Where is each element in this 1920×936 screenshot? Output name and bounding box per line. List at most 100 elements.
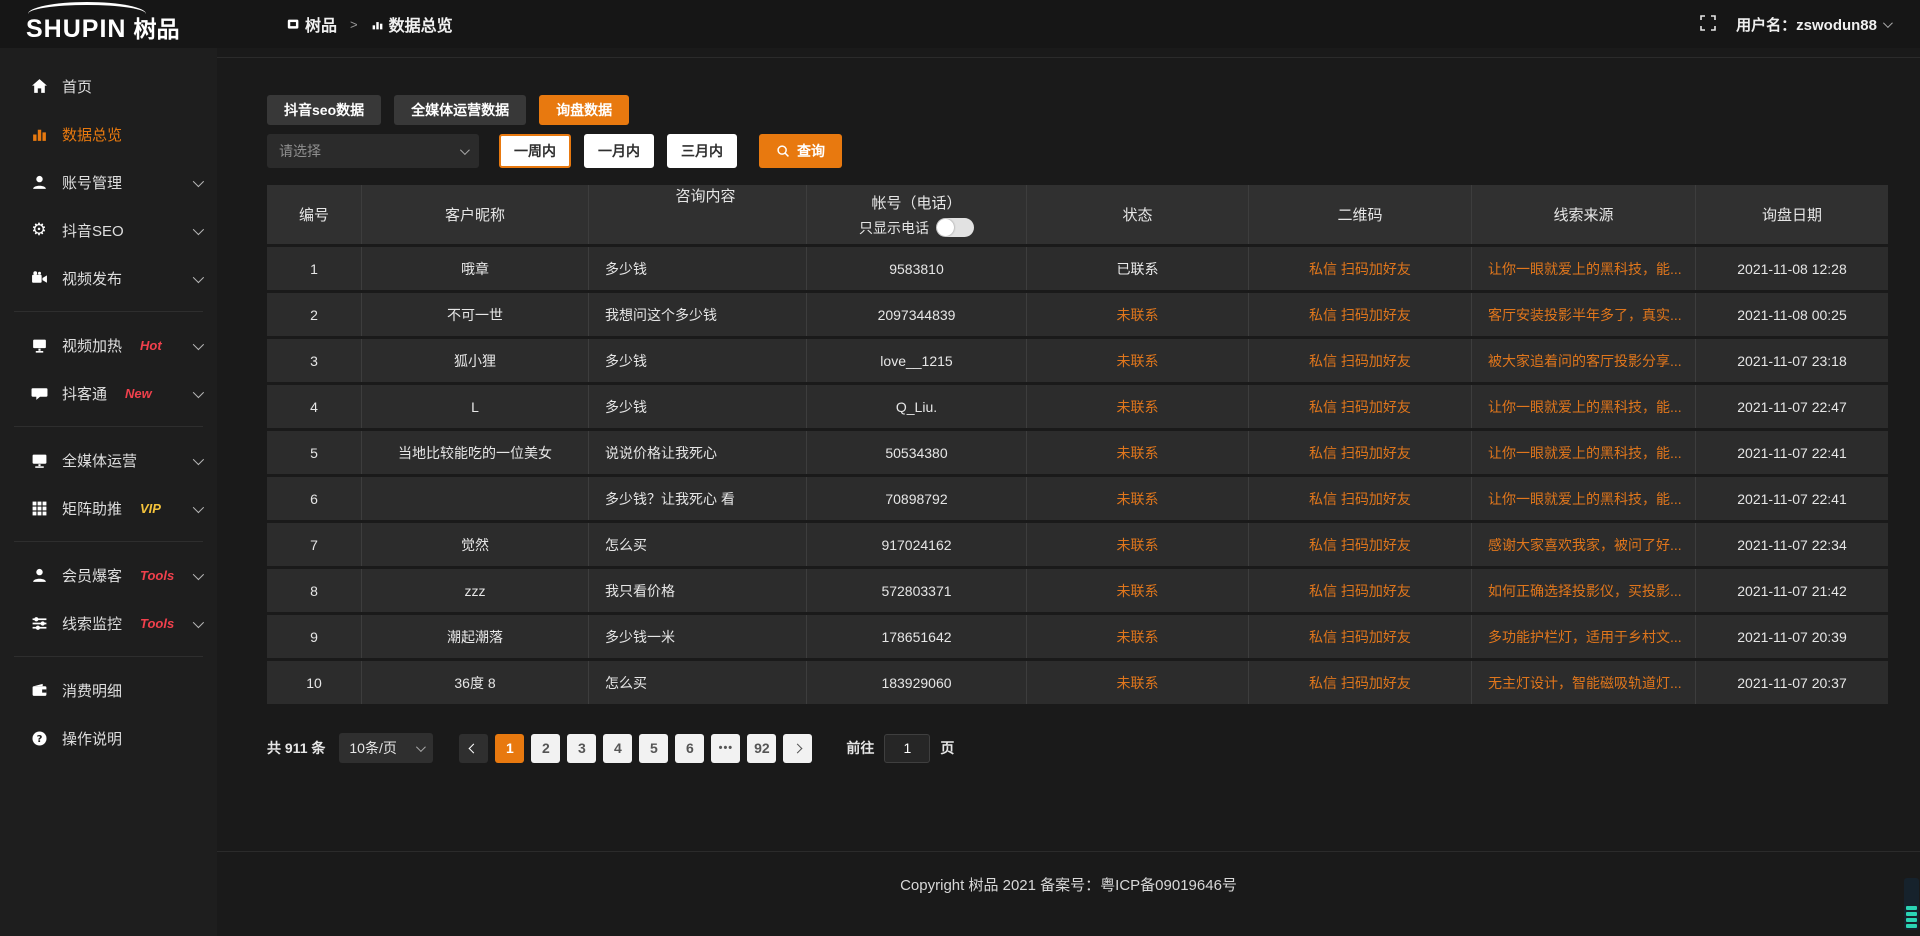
page-button-6[interactable]: 6 xyxy=(675,734,704,763)
account-select[interactable]: 请选择 xyxy=(267,134,479,168)
chevron-down-icon xyxy=(193,174,201,191)
sidebar-item-label: 抖音SEO xyxy=(62,220,124,241)
sidebar-item-6[interactable]: 视频加热Hot xyxy=(0,321,217,369)
fullscreen-icon[interactable] xyxy=(1700,15,1716,34)
chat-icon xyxy=(30,384,48,402)
cell-source[interactable]: 多功能护栏灯，适用于乡村文... xyxy=(1472,615,1696,658)
cell-source[interactable]: 让你一眼就爱上的黑科技，能... xyxy=(1472,385,1696,428)
page-button-5[interactable]: 5 xyxy=(639,734,668,763)
user-menu[interactable]: 用户名：zswodun88 xyxy=(1736,14,1890,35)
cell-source[interactable]: 被大家追着问的客厅投影分享... xyxy=(1472,339,1696,382)
cell-qrcode[interactable]: 私信 扫码加好友 xyxy=(1249,615,1472,658)
cell-qrcode[interactable]: 私信 扫码加好友 xyxy=(1249,477,1472,520)
cell-date: 2021-11-07 22:41 xyxy=(1696,431,1888,474)
cell-source[interactable]: 让你一眼就爱上的黑科技，能... xyxy=(1472,247,1696,290)
sidebar-item-label: 数据总览 xyxy=(62,124,122,145)
chevron-down-icon xyxy=(193,615,201,632)
breadcrumb-separator: > xyxy=(346,17,362,32)
grid-icon xyxy=(30,499,48,517)
sidebar-item-13[interactable]: ?操作说明 xyxy=(0,714,217,762)
sidebar-item-7[interactable]: 抖客通New xyxy=(0,369,217,417)
cell-date: 2021-11-07 22:41 xyxy=(1696,477,1888,520)
pagination: 共 911 条 10条/页 123456•••92 前往 页 xyxy=(267,733,1888,763)
page-ellipsis-button[interactable]: ••• xyxy=(711,734,740,763)
goto-page-input[interactable] xyxy=(884,734,930,763)
range-button-1[interactable]: 一周内 xyxy=(499,134,571,168)
breadcrumb-root[interactable]: 树品 xyxy=(287,12,337,36)
cell-nickname: L xyxy=(362,385,589,428)
cell-qrcode[interactable]: 私信 扫码加好友 xyxy=(1249,661,1472,704)
cell-status: 未联系 xyxy=(1027,339,1249,382)
page-button-1[interactable]: 1 xyxy=(495,734,524,763)
gear-icon: ⚙ xyxy=(30,221,48,239)
cell-status: 未联系 xyxy=(1027,293,1249,336)
sidebar-item-8[interactable]: 全媒体运营 xyxy=(0,436,217,484)
cell-qrcode[interactable]: 私信 扫码加好友 xyxy=(1249,293,1472,336)
app-square-icon xyxy=(287,18,300,31)
user-icon xyxy=(30,173,48,191)
sidebar-item-1[interactable]: 首页 xyxy=(0,62,217,110)
cell-source[interactable]: 无主灯设计，智能磁吸轨道灯... xyxy=(1472,661,1696,704)
cell-content: 多少钱 xyxy=(589,339,807,382)
sidebar-item-label: 账号管理 xyxy=(62,172,122,193)
select-placeholder: 请选择 xyxy=(279,141,321,161)
cell-qrcode[interactable]: 私信 扫码加好友 xyxy=(1249,569,1472,612)
cell-status: 已联系 xyxy=(1027,247,1249,290)
cell-source[interactable]: 让你一眼就爱上的黑科技，能... xyxy=(1472,477,1696,520)
tab-2[interactable]: 全媒体运营数据 xyxy=(394,95,526,125)
cell-account: 572803371 xyxy=(807,569,1027,612)
footer: Copyright 树品 2021 备案号：粤ICP备09019646号 xyxy=(217,851,1920,936)
sliders-icon xyxy=(30,614,48,632)
wallet-icon xyxy=(30,681,48,699)
page-size-select[interactable]: 10条/页 xyxy=(339,733,433,763)
column-header-account: 帐号（电话） 只显示电话 xyxy=(807,185,1027,244)
cell-qrcode[interactable]: 私信 扫码加好友 xyxy=(1249,523,1472,566)
cell-source[interactable]: 让你一眼就爱上的黑科技，能... xyxy=(1472,431,1696,474)
cell-source[interactable]: 客厅安装投影半年多了，真实... xyxy=(1472,293,1696,336)
sidebar-item-12[interactable]: 消费明细 xyxy=(0,666,217,714)
screen-icon xyxy=(30,451,48,469)
page-button-92[interactable]: 92 xyxy=(747,734,776,763)
prev-page-button[interactable] xyxy=(459,734,488,763)
next-page-button[interactable] xyxy=(783,734,812,763)
cell-qrcode[interactable]: 私信 扫码加好友 xyxy=(1249,247,1472,290)
sidebar-item-5[interactable]: 视频发布 xyxy=(0,254,217,302)
sidebar-item-4[interactable]: ⚙ 抖音SEO xyxy=(0,206,217,254)
goto-label: 前往 xyxy=(846,738,874,758)
cell-date: 2021-11-07 20:37 xyxy=(1696,661,1888,704)
cell-source[interactable]: 如何正确选择投影仪，买投影... xyxy=(1472,569,1696,612)
member-icon xyxy=(30,566,48,584)
cell-source[interactable]: 感谢大家喜欢我家，被问了好... xyxy=(1472,523,1696,566)
page-button-3[interactable]: 3 xyxy=(567,734,596,763)
chevron-down-icon xyxy=(416,742,426,752)
floating-side-widget[interactable] xyxy=(1904,878,1919,930)
cell-qrcode[interactable]: 私信 扫码加好友 xyxy=(1249,431,1472,474)
sidebar-item-label: 会员爆客 xyxy=(62,565,122,586)
column-header-nickname: 客户昵称 xyxy=(362,185,589,244)
sidebar-item-9[interactable]: 矩阵助推VIP xyxy=(0,484,217,532)
cell-qrcode[interactable]: 私信 扫码加好友 xyxy=(1249,385,1472,428)
sidebar-item-11[interactable]: 线索监控Tools xyxy=(0,599,217,647)
cell-nickname xyxy=(362,477,589,520)
sidebar-item-3[interactable]: 账号管理 xyxy=(0,158,217,206)
tab-1[interactable]: 抖音seo数据 xyxy=(267,95,381,125)
range-button-2[interactable]: 一月内 xyxy=(584,134,654,168)
table-body: 1哦章多少钱9583810已联系私信 扫码加好友让你一眼就爱上的黑科技，能...… xyxy=(267,247,1888,707)
logo-text-en: SHUPIN xyxy=(26,15,126,44)
sidebar-item-label: 抖客通 xyxy=(62,383,107,404)
tab-3[interactable]: 询盘数据 xyxy=(539,95,629,125)
sidebar-badge: VIP xyxy=(140,501,161,516)
sidebar-item-2[interactable]: 数据总览 xyxy=(0,110,217,158)
logo-text-cn: 树品 xyxy=(133,10,179,44)
sidebar-item-10[interactable]: 会员爆客Tools xyxy=(0,551,217,599)
search-button[interactable]: 查询 xyxy=(759,134,842,168)
page-button-4[interactable]: 4 xyxy=(603,734,632,763)
table-row: 4L多少钱Q_Liu.未联系私信 扫码加好友让你一眼就爱上的黑科技，能...20… xyxy=(267,385,1888,431)
cell-qrcode[interactable]: 私信 扫码加好友 xyxy=(1249,339,1472,382)
phone-only-toggle[interactable] xyxy=(936,218,974,237)
cell-account: 917024162 xyxy=(807,523,1027,566)
page-nav: 123456•••92 xyxy=(459,734,812,763)
range-button-3[interactable]: 三月内 xyxy=(667,134,737,168)
column-header-date: 询盘日期 xyxy=(1696,185,1888,244)
page-button-2[interactable]: 2 xyxy=(531,734,560,763)
